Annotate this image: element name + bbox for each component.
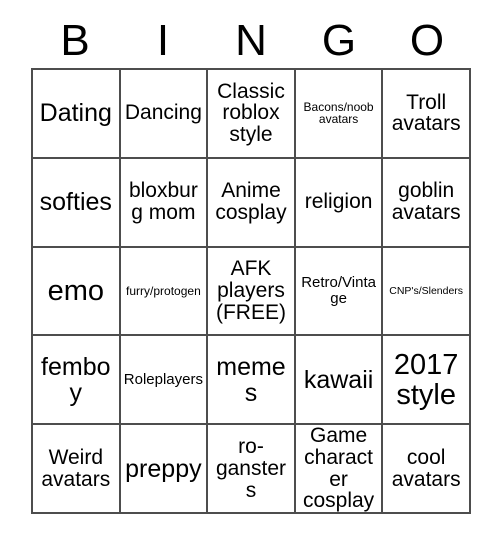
bingo-cell-label: Retro/Vintage	[301, 274, 376, 307]
bingo-cell[interactable]: CNP's/Slenders	[383, 247, 471, 337]
bingo-card: B I N G O Dating Dancing Classic roblox …	[0, 0, 500, 544]
bingo-cell-label: softies	[39, 188, 112, 217]
bingo-cell-label: Anime cosplay	[215, 179, 287, 225]
bingo-cell[interactable]: AFK players (FREE)	[208, 247, 296, 337]
bingo-cell-label: 2017 style	[393, 348, 459, 411]
bingo-cell[interactable]: goblin avatars	[383, 158, 471, 248]
bingo-cell[interactable]: religion	[295, 158, 384, 248]
bingo-cell-label: CNP's/Slenders	[389, 284, 464, 297]
bingo-cell[interactable]: memes	[208, 336, 296, 426]
bingo-cell-label: emo	[47, 274, 104, 307]
bingo-cell[interactable]: ro-gansters	[208, 425, 296, 514]
bingo-cell-label: goblin avatars	[391, 179, 461, 225]
bingo-row: femboy Roleplayers memes kawaii 2017 sty…	[33, 336, 471, 426]
bingo-cell[interactable]: Classic roblox style	[208, 70, 296, 159]
bingo-header-letter-n: N	[235, 16, 267, 65]
bingo-cell-label: femboy	[41, 352, 111, 407]
bingo-cell-label: Weird avatars	[41, 445, 111, 491]
bingo-cell[interactable]: cool avatars	[383, 425, 471, 514]
bingo-cell[interactable]: Bacons/noob avatars	[295, 70, 384, 159]
bingo-cell[interactable]: Dancing	[120, 70, 209, 159]
bingo-header-row: B I N G O	[31, 14, 471, 68]
bingo-cell[interactable]: Weird avatars	[33, 425, 121, 514]
bingo-header-letter-i: I	[156, 16, 170, 65]
bingo-cell-label: religion	[304, 190, 373, 214]
bingo-cell-label: Dancing	[124, 101, 202, 125]
bingo-cell[interactable]: softies	[33, 158, 121, 248]
bingo-header-letter-g: G	[321, 16, 357, 65]
bingo-cell-label: Roleplayers	[123, 370, 203, 388]
bingo-cell-label: ro-gansters	[215, 434, 286, 502]
bingo-cell[interactable]: Troll avatars	[383, 70, 471, 159]
bingo-cell[interactable]: Retro/Vintage	[295, 247, 384, 337]
bingo-row: Weird avatars preppy ro-gansters Game ch…	[33, 425, 471, 514]
bingo-cell[interactable]: bloxburg mom	[120, 158, 209, 248]
bingo-cell[interactable]: femboy	[33, 336, 121, 426]
bingo-header-letter-b: B	[60, 16, 90, 65]
bingo-cell[interactable]: preppy	[120, 425, 209, 514]
bingo-row: emo furry/protogen AFK players (FREE) Re…	[33, 247, 471, 337]
bingo-cell-label: AFK players (FREE)	[215, 257, 286, 324]
bingo-cell[interactable]: Roleplayers	[120, 336, 209, 426]
bingo-cell-label: Troll avatars	[391, 90, 461, 136]
bingo-cell-label: Dating	[39, 99, 112, 128]
bingo-row: Dating Dancing Classic roblox style Baco…	[33, 70, 471, 159]
bingo-cell[interactable]: furry/protogen	[120, 247, 209, 337]
bingo-cell[interactable]: Dating	[33, 70, 121, 159]
bingo-cell-label: kawaii	[303, 365, 374, 394]
bingo-cell-label: furry/protogen	[126, 283, 201, 298]
bingo-cell-label: Classic roblox style	[217, 79, 285, 147]
bingo-cell-label: bloxburg mom	[128, 179, 198, 225]
bingo-cell-label: cool avatars	[391, 445, 461, 491]
bingo-cell[interactable]: kawaii	[295, 336, 384, 426]
bingo-cell[interactable]: emo	[33, 247, 121, 337]
bingo-cell-label: Bacons/noob avatars	[303, 99, 374, 127]
bingo-cell[interactable]: Anime cosplay	[208, 158, 296, 248]
bingo-cell-label: memes	[216, 352, 286, 407]
bingo-cell-label: preppy	[125, 454, 202, 483]
bingo-cell[interactable]: 2017 style	[383, 336, 471, 426]
bingo-grid: Dating Dancing Classic roblox style Baco…	[31, 68, 471, 514]
bingo-header-letter-o: O	[409, 16, 445, 65]
bingo-cell-label: Game character cosplay	[302, 425, 375, 513]
bingo-cell[interactable]: Game character cosplay	[295, 425, 384, 514]
bingo-row: softies bloxburg mom Anime cosplay relig…	[33, 158, 471, 248]
